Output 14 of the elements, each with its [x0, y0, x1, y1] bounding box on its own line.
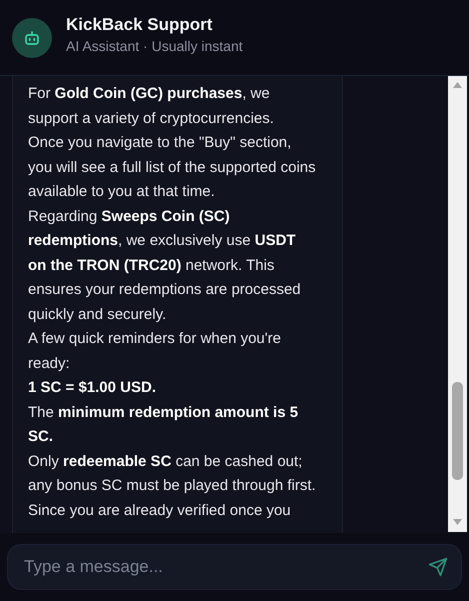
send-icon[interactable] [428, 557, 448, 577]
scrollbar[interactable] [448, 76, 467, 532]
message-text: For Gold Coin (GC) purchases, we support a variety of cryptocurrencies. [28, 84, 275, 128]
message-text: A few quick reminders for when you're ready: [28, 329, 282, 374]
chat-subtitle: AI Assistant · Usually instant [66, 38, 243, 54]
message-input[interactable]: Type a message... [7, 544, 462, 590]
bot-avatar-icon [12, 18, 52, 58]
message-text: The minimum redemption amount is 5 SC. [28, 402, 300, 447]
message-text: 1 SC = $1.00 USD. [28, 378, 157, 398]
message-text: Regarding Sweeps Coin (SC) redemptions, we exclusively use USDT on the TRON (TRC20) network. This ensures your redemptions are processed quickly and securely. [28, 206, 302, 324]
message-text: Since you are already verified once you [28, 500, 292, 520]
chat-title: KickBack Support [66, 15, 214, 35]
message-text: Only redeemable SC can be cashed out; any bonus SC must be played through first. [28, 452, 317, 496]
message-text: Once you navigate to the "Buy" section, you will see a full list of the supported coins available to you at that time. [28, 133, 317, 202]
